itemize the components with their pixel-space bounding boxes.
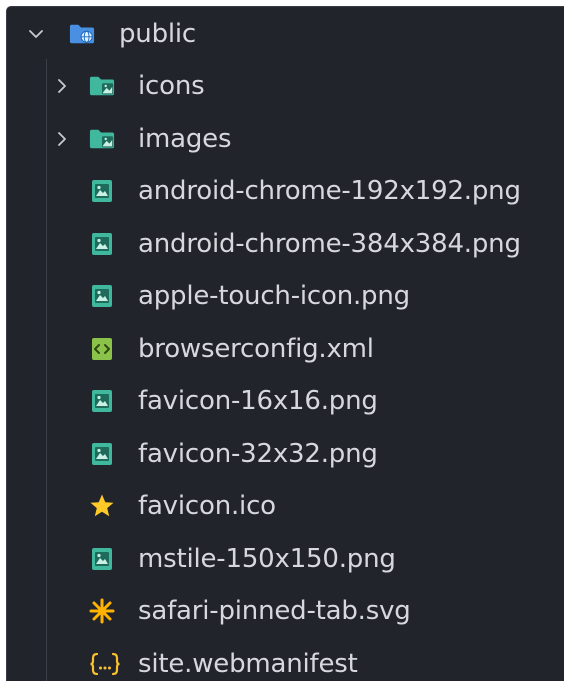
tree-item-file[interactable]: safari-pinned-tab.svg: [7, 585, 564, 638]
tree-item-file[interactable]: apple-touch-icon.png: [7, 270, 564, 323]
folder-image-icon: [89, 73, 115, 99]
image-file-icon: [89, 388, 115, 414]
svg-asterisk-icon: [89, 598, 115, 624]
tree-item-label: site.webmanifest: [138, 651, 358, 677]
tree-item-label: apple-touch-icon.png: [138, 283, 410, 309]
file-tree: public icons: [7, 8, 564, 681]
explorer-panel: public icons: [6, 6, 564, 681]
tree-item-file[interactable]: android-chrome-384x384.png: [7, 218, 564, 271]
star-icon: [89, 493, 115, 519]
tree-item-file[interactable]: favicon.ico: [7, 480, 564, 533]
tree-item-label: favicon.ico: [138, 493, 276, 519]
tree-item-file[interactable]: mstile-150x150.png: [7, 533, 564, 586]
chevron-right-icon[interactable]: [53, 130, 71, 148]
tree-item-images-folder[interactable]: images: [7, 113, 564, 166]
chevron-right-icon[interactable]: [53, 77, 71, 95]
tree-item-file[interactable]: favicon-16x16.png: [7, 375, 564, 428]
tree-item-label: safari-pinned-tab.svg: [138, 598, 411, 624]
image-file-icon: [89, 178, 115, 204]
image-file-icon: [89, 441, 115, 467]
tree-item-public-folder[interactable]: public: [7, 8, 564, 60]
tree-item-file[interactable]: browserconfig.xml: [7, 323, 564, 376]
tree-item-file[interactable]: favicon-32x32.png: [7, 428, 564, 481]
tree-item-label: favicon-32x32.png: [138, 441, 378, 467]
tree-item-label: browserconfig.xml: [138, 336, 374, 362]
tree-item-file[interactable]: site.webmanifest: [7, 638, 564, 681]
tree-item-label: public: [119, 21, 196, 47]
json-braces-icon: [89, 651, 121, 677]
tree-item-label: icons: [138, 73, 204, 99]
tree-item-icons-folder[interactable]: icons: [7, 60, 564, 113]
folder-image-icon: [89, 126, 115, 152]
tree-item-label: android-chrome-192x192.png: [138, 178, 521, 204]
tree-item-label: favicon-16x16.png: [138, 388, 378, 414]
tree-item-label: mstile-150x150.png: [138, 546, 396, 572]
image-file-icon: [89, 231, 115, 257]
folder-web-icon: [69, 21, 95, 47]
chevron-down-icon[interactable]: [27, 25, 45, 43]
image-file-icon: [89, 283, 115, 309]
tree-item-label: images: [138, 126, 231, 152]
image-file-icon: [89, 546, 115, 572]
tree-item-file[interactable]: android-chrome-192x192.png: [7, 165, 564, 218]
xml-file-icon: [89, 336, 115, 362]
tree-item-label: android-chrome-384x384.png: [138, 231, 521, 257]
